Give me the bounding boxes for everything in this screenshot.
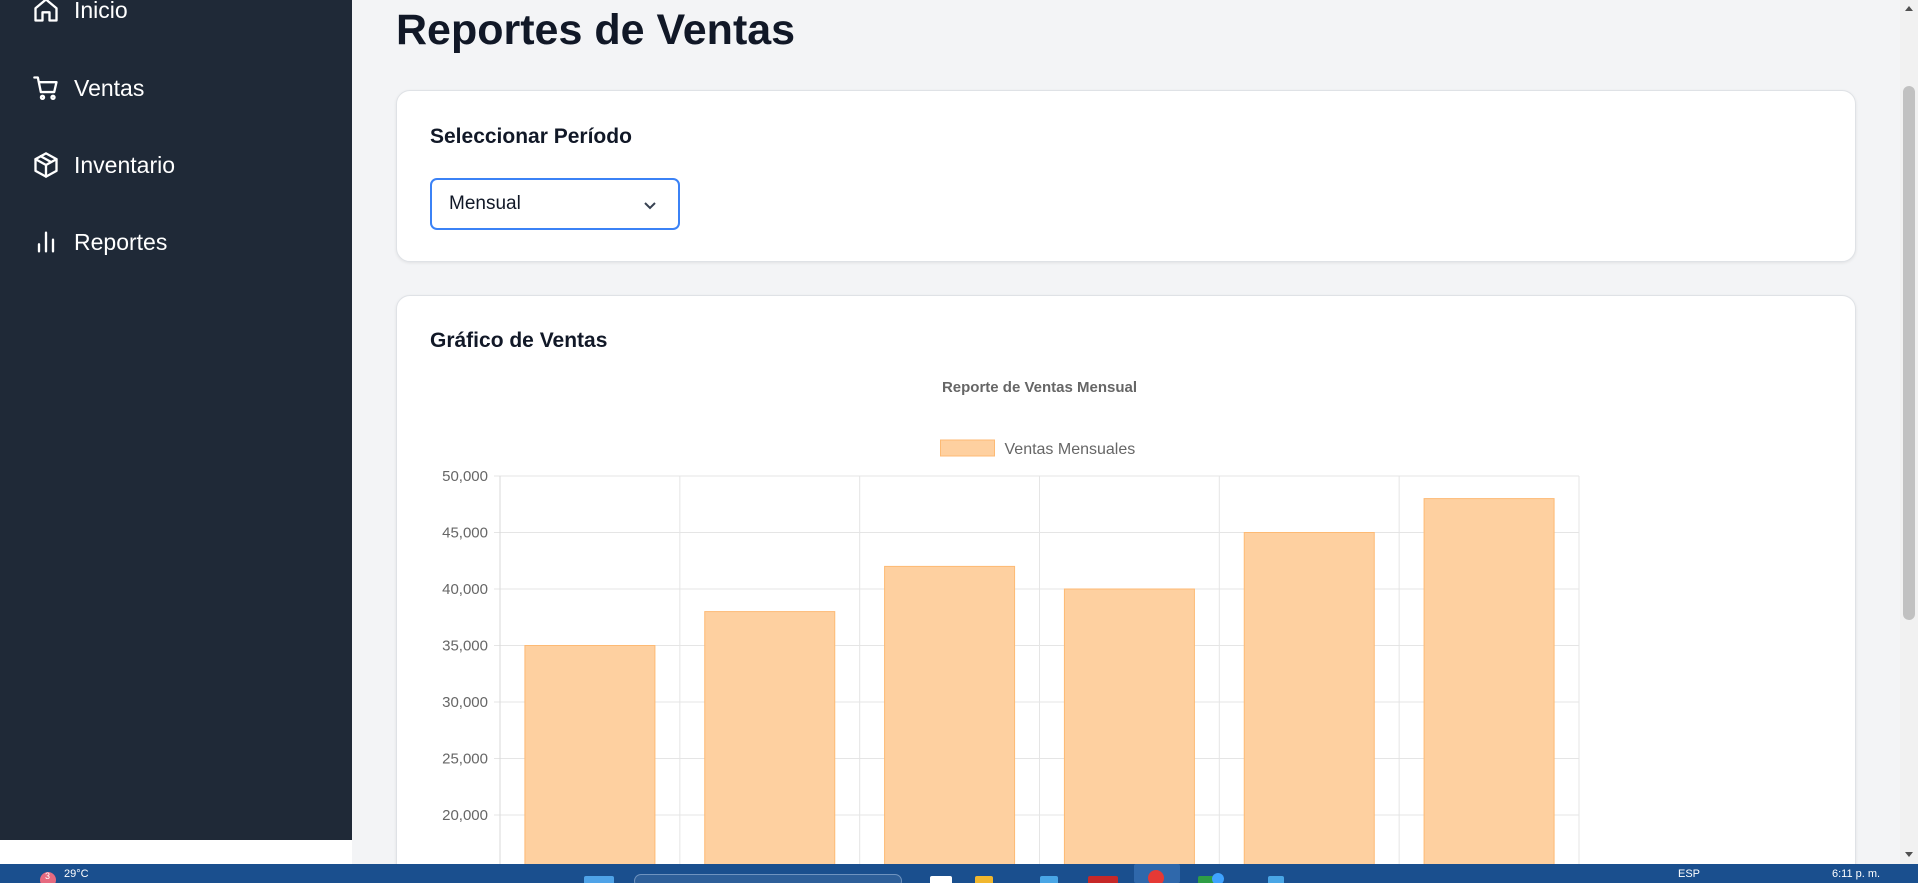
main-content: Reportes de Ventas Seleccionar Período M…	[352, 0, 1900, 864]
weather-temp[interactable]: 29°C	[64, 868, 89, 880]
scroll-up-arrow-icon[interactable]	[1905, 6, 1913, 11]
page-scrollbar[interactable]	[1900, 0, 1918, 864]
sidebar-item-inventario[interactable]: Inventario	[32, 151, 175, 179]
clock[interactable]: 6:11 p. m.	[1832, 868, 1880, 880]
store-app-icon[interactable]	[1040, 876, 1058, 883]
sales-bar-chart: Reporte de Ventas Mensual Ventas Mensuale…	[442, 379, 1580, 864]
chart-bar	[1243, 532, 1375, 864]
legend-label: Ventas Mensuales	[1005, 441, 1136, 458]
chevron-down-icon	[644, 202, 656, 210]
taskbar-search-box[interactable]	[634, 874, 902, 883]
sidebar-footer-strip	[0, 840, 352, 864]
y-tick-label: 20,000	[442, 807, 488, 824]
legend-swatch	[940, 439, 995, 457]
box-icon	[34, 152, 58, 178]
chart-bar	[1063, 588, 1195, 864]
scrollbar-thumb[interactable]	[1903, 86, 1915, 620]
sidebar: Inicio Ventas Inventario Reportes	[0, 0, 352, 840]
y-tick-label: 40,000	[442, 581, 488, 598]
sidebar-item-label: Inicio	[74, 0, 128, 23]
sidebar-item-label: Reportes	[74, 228, 168, 255]
y-tick-label: 35,000	[442, 638, 488, 655]
home-icon	[34, 0, 58, 22]
y-tick-label: 30,000	[442, 694, 488, 711]
app-icon-red[interactable]	[1088, 876, 1118, 883]
chrome-app-icon[interactable]	[1148, 870, 1164, 883]
period-select-value: Mensual	[449, 193, 521, 214]
badge-icon	[1212, 873, 1224, 883]
sidebar-item-ventas[interactable]: Ventas	[32, 74, 144, 102]
scroll-down-arrow-icon[interactable]	[1905, 852, 1913, 857]
y-tick-label: 45,000	[442, 525, 488, 542]
chart-bar	[1423, 498, 1555, 864]
y-tick-label: 25,000	[442, 751, 488, 768]
notification-count: 3	[45, 871, 51, 881]
bar-chart-icon	[37, 231, 55, 253]
period-card: Seleccionar Período Mensual	[396, 90, 1856, 262]
taskbar: 3 29°C ESP 6:11 p. m.	[0, 864, 1918, 883]
cart-icon	[33, 76, 58, 101]
y-tick-label: 50,000	[442, 468, 488, 485]
chart-bar	[524, 645, 656, 864]
chart-card: Gráfico de Ventas Reporte de Ventas Mens…	[396, 295, 1856, 864]
page-title: Reportes de Ventas	[396, 6, 796, 54]
file-app-icon[interactable]	[930, 876, 952, 883]
period-select[interactable]: Mensual	[430, 178, 680, 230]
sidebar-item-inicio[interactable]: Inicio	[32, 0, 128, 24]
sidebar-item-label: Ventas	[74, 74, 145, 101]
period-card-title: Seleccionar Período	[430, 125, 632, 148]
folder-app-icon[interactable]	[975, 876, 993, 883]
vscode-app-icon[interactable]	[1268, 876, 1284, 883]
windows-start-icon[interactable]	[584, 876, 614, 883]
language-indicator[interactable]: ESP	[1678, 868, 1700, 880]
chart-bar	[704, 611, 836, 864]
chart-bar	[884, 565, 1016, 864]
sidebar-item-label: Inventario	[74, 151, 176, 178]
chart-title: Reporte de Ventas Mensual	[942, 379, 1137, 396]
sidebar-item-reportes[interactable]: Reportes	[32, 228, 167, 256]
